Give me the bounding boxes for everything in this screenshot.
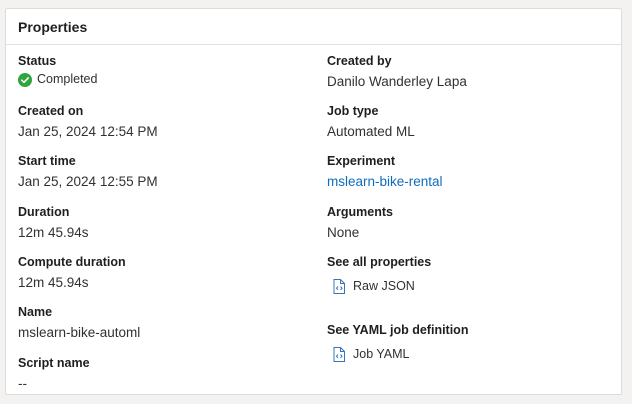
name-label: Name	[18, 305, 53, 319]
code-file-icon	[333, 279, 345, 294]
arguments-label: Arguments	[327, 205, 393, 219]
all-properties-label: See all properties	[327, 255, 432, 269]
yaml-field: See YAML job definition Job YAML	[327, 323, 468, 362]
compute-duration-label: Compute duration	[18, 255, 126, 269]
created-by-field: Created by Danilo Wanderley Lapa	[327, 54, 467, 90]
arguments-field: Arguments None	[327, 205, 393, 241]
script-name-label: Script name	[18, 356, 90, 370]
properties-card: Properties Status Completed Created on J…	[5, 8, 622, 395]
arguments-value: None	[327, 225, 360, 240]
job-type-label: Job type	[327, 104, 379, 118]
status-field: Status Completed	[18, 54, 97, 87]
created-by-label: Created by	[327, 54, 392, 68]
all-properties-field: See all properties Raw JSON	[327, 255, 431, 294]
raw-json-link[interactable]: Raw JSON	[333, 279, 431, 294]
experiment-link[interactable]: mslearn-bike-rental	[327, 173, 443, 190]
status-label: Status	[18, 54, 57, 68]
status-value-row: Completed	[18, 72, 97, 87]
start-time-label: Start time	[18, 154, 76, 168]
code-file-icon	[333, 347, 345, 362]
raw-json-label: Raw JSON	[353, 279, 415, 293]
script-name-field: Script name --	[18, 356, 90, 392]
compute-duration-field: Compute duration 12m 45.94s	[18, 255, 126, 291]
job-yaml-label: Job YAML	[353, 347, 410, 361]
created-by-value: Danilo Wanderley Lapa	[327, 74, 467, 89]
experiment-label: Experiment	[327, 154, 396, 168]
script-name-value: --	[18, 376, 27, 391]
card-header: Properties	[6, 9, 621, 45]
card-title: Properties	[18, 18, 88, 35]
start-time-value: Jan 25, 2024 12:55 PM	[18, 174, 158, 189]
created-on-field: Created on Jan 25, 2024 12:54 PM	[18, 104, 158, 140]
name-value: mslearn-bike-automl	[18, 325, 141, 340]
name-field: Name mslearn-bike-automl	[18, 305, 140, 341]
duration-field: Duration 12m 45.94s	[18, 205, 89, 241]
created-on-value: Jan 25, 2024 12:54 PM	[18, 124, 158, 139]
job-type-value: Automated ML	[327, 124, 415, 139]
compute-duration-value: 12m 45.94s	[18, 275, 89, 290]
start-time-field: Start time Jan 25, 2024 12:55 PM	[18, 154, 158, 190]
duration-value: 12m 45.94s	[18, 225, 89, 240]
created-on-label: Created on	[18, 104, 84, 118]
check-circle-icon	[18, 72, 32, 87]
job-type-field: Job type Automated ML	[327, 104, 415, 140]
duration-label: Duration	[18, 205, 70, 219]
job-yaml-link[interactable]: Job YAML	[333, 347, 468, 362]
status-value: Completed	[37, 72, 98, 86]
experiment-field: Experiment mslearn-bike-rental	[327, 154, 443, 190]
yaml-label: See YAML job definition	[327, 323, 469, 337]
